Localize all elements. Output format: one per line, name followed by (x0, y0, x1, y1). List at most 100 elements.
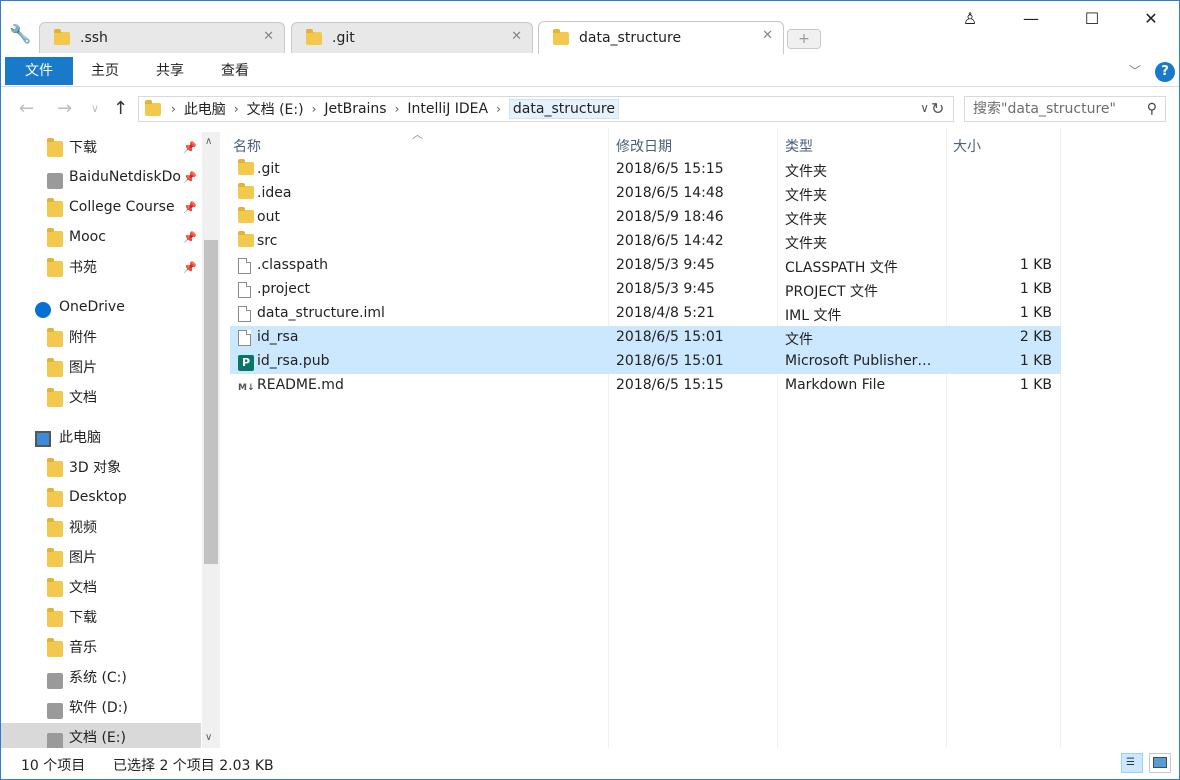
table-row[interactable]: .classpath 2018/5/3 9:45 CLASSPATH 文件 1 KB (230, 254, 1061, 278)
music-folder-icon (47, 638, 63, 657)
ribbon: 文件 主页 共享 查看 ﹀ (1, 55, 1179, 87)
folder-icon (47, 328, 63, 347)
column-header-name[interactable]: 名称 (233, 136, 261, 158)
breadcrumb-intellij[interactable]: IntelliJ IDEA (407, 101, 488, 117)
sidebar-item-college-course[interactable]: College Course 📌 (1, 193, 201, 221)
folder-icon (47, 228, 63, 247)
pin-icon[interactable]: 📌 (183, 171, 197, 184)
sidebar-item-onedrive-documents[interactable]: 文档 (1, 383, 201, 411)
table-row[interactable]: Pid_rsa.pub 2018/6/5 15:01 Microsoft Publi… (230, 350, 1061, 374)
breadcrumb-this-pc[interactable]: 此电脑 (184, 99, 226, 119)
sidebar-scrollbar[interactable]: ∧ ∨ (202, 132, 220, 748)
chevron-down-icon[interactable]: ∨ (91, 102, 99, 115)
sidebar-item-music[interactable]: 音乐 (1, 633, 201, 661)
breadcrumb-separator: › (171, 102, 176, 116)
file-modified-date: 2018/5/3 9:45 (616, 281, 715, 297)
new-tab-button[interactable]: + (787, 29, 821, 49)
breadcrumb-jetbrains[interactable]: JetBrains (324, 101, 386, 117)
user-icon[interactable]: ♙ (958, 7, 982, 31)
large-icons-view-button[interactable] (1149, 753, 1171, 773)
file-menu-button[interactable]: 文件 (5, 57, 73, 85)
table-row[interactable]: .idea 2018/6/5 14:48 文件夹 (230, 182, 1061, 206)
download-folder-icon (47, 608, 63, 627)
file-type: 文件夹 (785, 188, 827, 204)
close-icon[interactable]: ✕ (762, 28, 773, 43)
sidebar-item-drive-d[interactable]: 软件 (D:) (1, 693, 201, 721)
details-view-button[interactable]: ☰ (1121, 753, 1143, 773)
search-input[interactable]: 搜索"data_structure" ⚲ (964, 96, 1166, 122)
column-header-modified[interactable]: 修改日期 (616, 136, 672, 158)
tab-label: data_structure (579, 30, 682, 46)
table-row[interactable]: out 2018/5/9 18:46 文件夹 (230, 206, 1061, 230)
tab-data-structure[interactable]: data_structure ✕ (538, 21, 784, 54)
chevron-down-icon[interactable]: ﹀ (1129, 62, 1141, 79)
publisher-icon: P (238, 354, 254, 371)
minimize-button[interactable]: — (1019, 7, 1043, 31)
tab-git[interactable]: .git ✕ (291, 22, 533, 53)
navigation-pane: 下载 📌 BaiduNetdiskDownload 📌 College Cour… (1, 128, 221, 748)
pin-icon[interactable]: 📌 (183, 201, 197, 214)
sidebar-item-label: 3D 对象 (69, 460, 122, 476)
forward-arrow-icon[interactable]: → (57, 98, 72, 119)
sidebar-item-pictures[interactable]: 图片 (1, 543, 201, 571)
sidebar-item-label: Mooc (69, 229, 106, 245)
folder-icon (238, 207, 254, 226)
sidebar-item-shuyuan[interactable]: 书苑 📌 (1, 253, 201, 281)
wrench-icon[interactable]: 🔧 (9, 25, 31, 45)
sidebar-item-downloads[interactable]: 下载 📌 (1, 133, 201, 161)
sidebar-item-onedrive-pictures[interactable]: 图片 (1, 353, 201, 381)
sidebar-item-videos[interactable]: 视频 (1, 513, 201, 541)
scroll-down-arrow-icon[interactable]: ∨ (205, 732, 212, 743)
sidebar-item-label: 图片 (69, 360, 97, 376)
table-row[interactable]: src 2018/6/5 14:42 文件夹 (230, 230, 1061, 254)
view-tab[interactable]: 查看 (221, 57, 249, 85)
refresh-icon[interactable]: ↻ (931, 99, 944, 118)
file-name: README.md (257, 377, 344, 393)
sidebar-item-this-pc[interactable]: 此电脑 (1, 423, 201, 451)
sidebar-item-onedrive[interactable]: OneDrive (1, 293, 201, 321)
chevron-down-icon[interactable]: ∨ (920, 101, 929, 115)
sidebar-item-pc-downloads[interactable]: 下载 (1, 603, 201, 631)
breadcrumb-data-structure[interactable]: data_structure (508, 99, 619, 119)
pin-icon[interactable]: 📌 (183, 261, 197, 274)
sidebar-item-3d-objects[interactable]: 3D 对象 (1, 453, 201, 481)
pin-icon[interactable]: 📌 (183, 141, 197, 154)
file-type: 文件夹 (785, 236, 827, 252)
sidebar-item-desktop[interactable]: Desktop (1, 483, 201, 511)
drive-folder-icon (47, 173, 63, 189)
maximize-button[interactable]: ☐ (1080, 7, 1104, 31)
sidebar-item-documents[interactable]: 文档 (1, 573, 201, 601)
file-size: 1 KB (1019, 377, 1052, 393)
back-arrow-icon[interactable]: ← (19, 98, 34, 119)
pin-icon[interactable]: 📌 (183, 231, 197, 244)
folder-icon (145, 99, 161, 116)
address-bar[interactable]: › 此电脑 › 文档 (E:) › JetBrains › IntelliJ I… (138, 96, 954, 122)
file-name: id_rsa (257, 329, 299, 345)
help-button[interactable]: ? (1155, 62, 1175, 82)
share-tab[interactable]: 共享 (156, 57, 184, 85)
tab-ssh[interactable]: .ssh ✕ (39, 22, 285, 53)
table-row[interactable]: id_rsa 2018/6/5 15:01 文件 2 KB (230, 326, 1061, 350)
sidebar-item-drive-c[interactable]: 系统 (C:) (1, 663, 201, 691)
up-arrow-icon[interactable]: ↑ (113, 98, 128, 119)
sidebar-item-baidunetdisk[interactable]: BaiduNetdiskDownload 📌 (1, 163, 201, 191)
sidebar-item-attachments[interactable]: 附件 (1, 323, 201, 351)
scroll-up-arrow-icon[interactable]: ∧ (205, 136, 212, 147)
close-icon[interactable]: ✕ (511, 29, 522, 44)
close-window-button[interactable]: ✕ (1139, 7, 1163, 31)
column-header-size[interactable]: 大小 (953, 136, 981, 158)
column-header-type[interactable]: 类型 (785, 136, 813, 158)
breadcrumb-drive-e[interactable]: 文档 (E:) (247, 99, 304, 119)
file-type: IML 文件 (785, 308, 842, 324)
close-icon[interactable]: ✕ (263, 29, 274, 44)
table-row[interactable]: data_structure.iml 2018/4/8 5:21 IML 文件 1 K… (230, 302, 1061, 326)
table-row[interactable]: .git 2018/6/5 15:15 文件夹 (230, 158, 1061, 182)
table-row[interactable]: .project 2018/5/3 9:45 PROJECT 文件 1 KB (230, 278, 1061, 302)
title-bar: 🔧 .ssh ✕ .git ✕ data_structure ✕ + ♙ — ☐… (1, 1, 1179, 55)
sidebar-item-mooc[interactable]: Mooc 📌 (1, 223, 201, 251)
scrollbar-thumb[interactable] (204, 240, 218, 564)
status-bar: 10 个项目 已选择 2 个项目 2.03 KB ☰ (1, 748, 1179, 779)
sidebar-item-drive-e[interactable]: 文档 (E:) (1, 723, 201, 748)
home-tab[interactable]: 主页 (91, 57, 119, 85)
table-row[interactable]: M↓ README.md 2018/6/5 15:15 Markdown File 1 … (230, 374, 1061, 398)
